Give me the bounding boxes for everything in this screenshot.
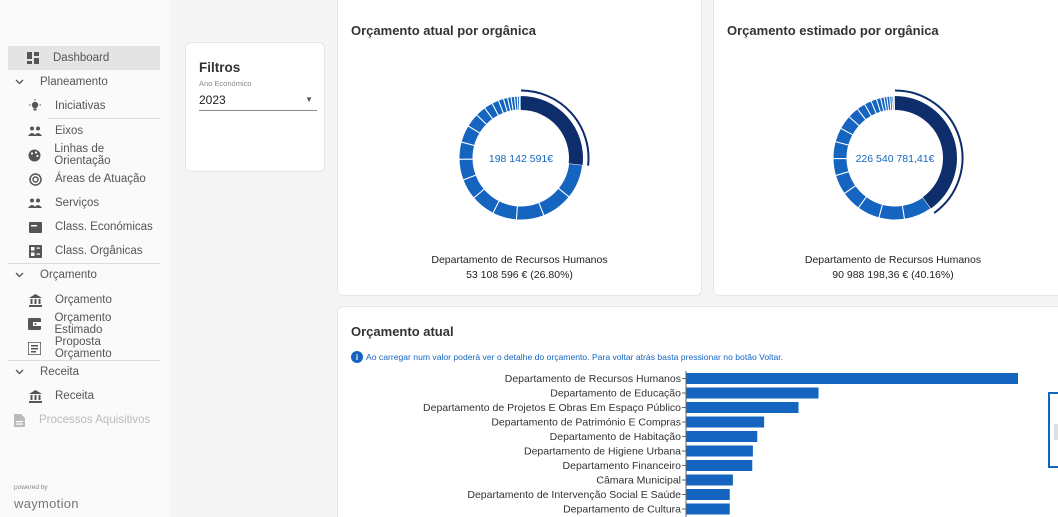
sidebar-group-planeamento[interactable]: Planeamento (8, 71, 160, 93)
caption-value: 53 108 596 € (26.80%) (466, 269, 573, 281)
bar[interactable] (686, 387, 819, 399)
bar-category-label: Departamento de Higiene Urbana (524, 446, 681, 458)
sidebar-item-label: Linhas de Orientação (54, 143, 111, 167)
sidebar-item-class-economicas[interactable]: Class. Económicas (8, 215, 160, 239)
donut-caption: Departamento de Recursos Humanos 53 108 … (338, 253, 701, 283)
orcamento-atual-bar-card: Orçamento atual i Ao carregar num valor … (337, 306, 1058, 517)
bar-category-label: Departamento de Cultura (563, 504, 681, 516)
palette-icon (24, 149, 45, 162)
bar-category-label: Câmara Municipal (596, 475, 681, 487)
sidebar-item-label: Eixos (55, 125, 84, 137)
sidebar-item-label: Serviços (55, 197, 100, 209)
bar[interactable] (686, 373, 1018, 384)
bar[interactable] (686, 416, 765, 428)
caption-department: Departamento de Recursos Humanos (804, 254, 982, 266)
sidebar-group-orcamento[interactable]: Orçamento (8, 264, 160, 286)
sidebar-item-iniciativas[interactable]: Iniciativas (8, 94, 160, 118)
sidebar-item-label: Dashboard (53, 52, 110, 64)
sidebar-group-label: Planeamento (40, 76, 108, 88)
donut-chart[interactable]: 226 540 781,41€ (820, 83, 970, 233)
logo-text: waymotion (14, 496, 79, 511)
donut-chart[interactable]: 198 142 591€ (446, 83, 596, 233)
year-select[interactable]: 2023 ▼ (199, 89, 317, 111)
sidebar-item-proposta[interactable]: Proposta Orçamento (8, 336, 160, 360)
people-icon (24, 126, 46, 136)
orcamento-atual-card: Orçamento atual por orgânica 198 142 591… (337, 0, 702, 296)
sidebar-item-orcamento[interactable]: Orçamento (8, 288, 160, 312)
chevron-down-icon (12, 79, 26, 85)
floating-side-tab[interactable] (1048, 392, 1058, 468)
donut-segment[interactable] (832, 140, 850, 160)
bar[interactable] (686, 460, 753, 471)
sidebar-item-label: Proposta Orçamento (54, 336, 112, 360)
sidebar-item-label: Áreas de Atuação (55, 173, 146, 185)
sidebar-group-label: Receita (40, 366, 79, 378)
bar[interactable] (686, 402, 799, 413)
chevron-down-icon (12, 272, 26, 278)
chevron-down-icon (12, 369, 26, 375)
bar-category-label: Departamento de Recursos Humanos (505, 373, 681, 385)
document-list-icon (24, 341, 46, 355)
sidebar-item-servicos[interactable]: Serviços (8, 191, 160, 215)
card-icon (24, 221, 46, 233)
donut-center-value: 226 540 781,41€ (856, 153, 935, 165)
card-title: Orçamento atual por orgânica (351, 23, 536, 38)
dropdown-arrow-icon: ▼ (305, 95, 313, 104)
side-tab-handle (1054, 424, 1058, 440)
bar-category-label: Departamento de Património E Compras (491, 417, 681, 429)
bar-chart: Departamento de Recursos Humanos Departam… (423, 371, 1018, 517)
lightbulb-icon (24, 99, 46, 113)
card-title: Orçamento estimado por orgânica (727, 23, 939, 38)
filters-title: Filtros (199, 60, 241, 75)
sidebar: Dashboard Planeamento Iniciativas Eixos … (0, 0, 170, 517)
sidebar-item-eixos[interactable]: Eixos (8, 119, 160, 143)
wallet-icon (24, 318, 45, 330)
sidebar-item-linhas[interactable]: Linhas de Orientação (8, 143, 160, 167)
filters-card: Filtros Ano Económico 2023 ▼ (185, 42, 325, 172)
donut-center-value: 198 142 591€ (489, 153, 553, 165)
sidebar-item-receita[interactable]: Receita (8, 384, 160, 408)
sidebar-item-dashboard[interactable]: Dashboard (8, 46, 160, 70)
sidebar-item-label: Orçamento Estimado (54, 312, 112, 336)
target-icon (24, 172, 46, 186)
bank-icon (24, 293, 46, 307)
bar-category-label: Departamento de Intervenção Social E Saú… (467, 489, 681, 501)
bar-category-label: Departamento de Habitação (550, 431, 681, 443)
sidebar-item-orcamento-estimado[interactable]: Orçamento Estimado (8, 312, 160, 336)
dashboard-icon (22, 52, 44, 64)
waymotion-logo: waymotion (14, 496, 79, 511)
caption-department: Departamento de Recursos Humanos (431, 254, 608, 266)
sidebar-item-areas[interactable]: Áreas de Atuação (8, 167, 160, 191)
sidebar-item-label: Receita (55, 390, 94, 402)
donut-segment[interactable] (458, 141, 476, 160)
file-icon (8, 413, 30, 427)
sidebar-group-label: Orçamento (40, 269, 97, 281)
bar[interactable] (686, 431, 758, 442)
sidebar-item-processos[interactable]: Processos Aquisitivos (8, 408, 160, 432)
powered-by-text: powered by (14, 484, 48, 491)
bar[interactable] (686, 445, 753, 457)
bar[interactable] (686, 489, 730, 500)
sidebar-group-receita[interactable]: Receita (8, 361, 160, 383)
donut-segment[interactable] (878, 203, 906, 221)
sidebar-item-label: Class. Orgânicas (55, 245, 143, 257)
grid-icon (24, 244, 46, 258)
people-icon (24, 198, 46, 208)
bar-category-label: Departamento de Projetos E Obras Em Espa… (423, 402, 681, 414)
bar-category-label: Departamento Financeiro (563, 460, 682, 472)
year-label: Ano Económico (199, 79, 252, 88)
bar[interactable] (686, 503, 730, 515)
sidebar-item-class-organicas[interactable]: Class. Orgânicas (8, 239, 160, 263)
orcamento-estimado-card: Orçamento estimado por orgânica 226 540 … (713, 0, 1058, 296)
caption-value: 90 988 198,36 € (40.16%) (832, 269, 954, 281)
bar-category-label: Departamento de Educação (550, 388, 681, 400)
sidebar-item-label: Iniciativas (55, 100, 106, 112)
sidebar-item-label: Class. Económicas (55, 221, 153, 233)
donut-caption: Departamento de Recursos Humanos 90 988 … (714, 253, 1058, 283)
bank-icon (24, 389, 46, 403)
sidebar-item-label: Processos Aquisitivos (39, 414, 151, 426)
bar[interactable] (686, 474, 733, 486)
sidebar-item-label: Orçamento (55, 294, 112, 306)
year-value: 2023 (199, 92, 226, 107)
